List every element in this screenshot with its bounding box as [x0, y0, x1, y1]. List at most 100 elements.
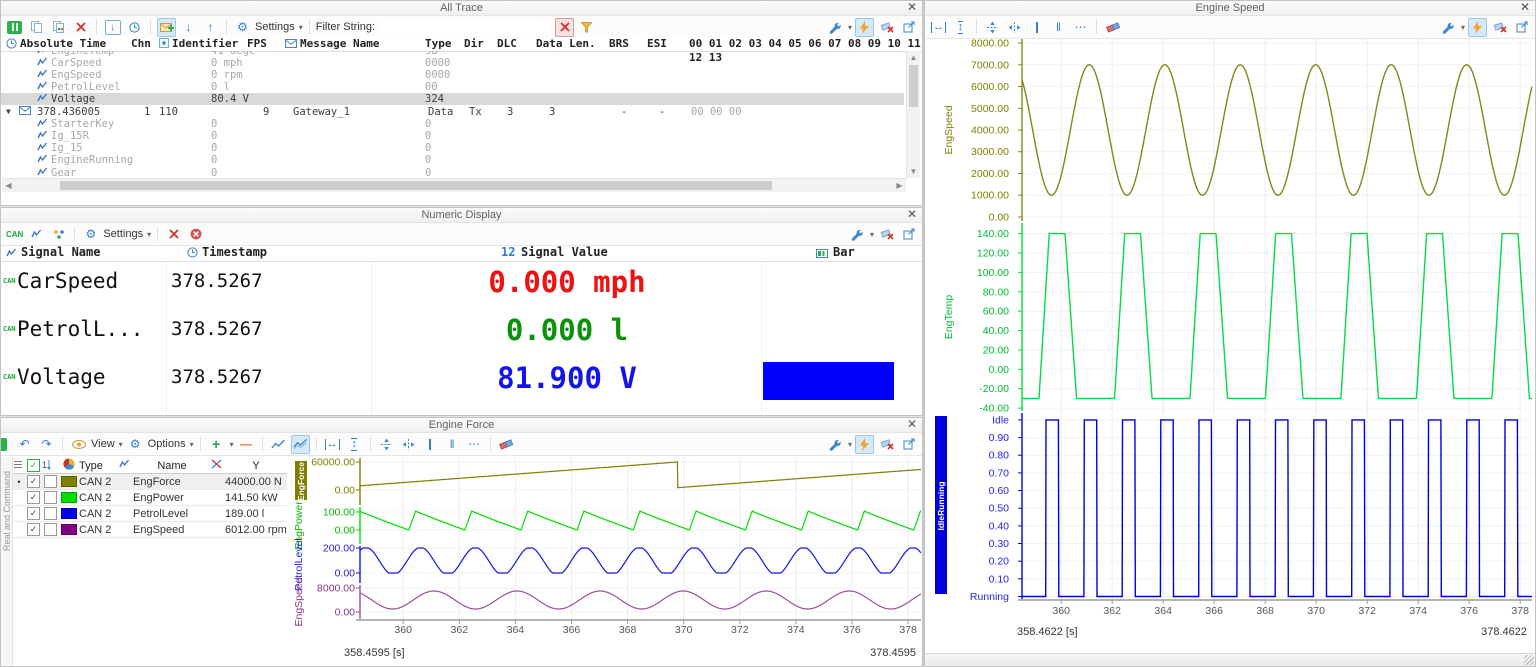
filter-input[interactable]: [378, 18, 552, 36]
group-icon[interactable]: [49, 225, 68, 244]
stop-icon[interactable]: [186, 225, 205, 244]
legend-row[interactable]: ✓CAN 2EngSpeed6012.00 rpm: [13, 522, 287, 538]
can-icon[interactable]: CAN: [5, 225, 24, 244]
close-icon[interactable]: ✕: [907, 1, 917, 14]
export-icon[interactable]: [899, 435, 918, 454]
trace-signal-row[interactable]: StarterKey00: [1, 118, 904, 130]
delete-icon[interactable]: [71, 18, 90, 37]
wrench-icon[interactable]: [825, 18, 844, 37]
trace-signal-row[interactable]: CarSpeed0 mph0000: [1, 57, 904, 69]
secondary-checkbox[interactable]: [44, 491, 57, 504]
color-wheel-icon[interactable]: [59, 458, 79, 473]
legend-row[interactable]: ✓CAN 2PetrolLevel189.00 l: [13, 506, 287, 522]
start-icon[interactable]: [1, 438, 7, 451]
scroll-down-icon[interactable]: ▼: [907, 165, 920, 178]
filter-icon[interactable]: [577, 18, 596, 37]
trace-message-row[interactable]: ▼378.43600511109Gateway_1DataTx33--00 00…: [1, 106, 904, 118]
scroll-up-icon[interactable]: ▲: [907, 51, 920, 64]
scroll-left-icon[interactable]: ◀: [2, 179, 15, 192]
secondary-checkbox[interactable]: [44, 507, 57, 520]
engine-speed-chart[interactable]: 8000.007000.006000.005000.004000.003000.…: [925, 38, 1536, 638]
trace-signal-row[interactable]: PetrolLevel0 l00: [1, 81, 904, 93]
eraser-icon[interactable]: [1103, 18, 1122, 37]
bolt-icon[interactable]: [855, 18, 874, 37]
numeric-table-header[interactable]: Signal Name Timestamp 12 Signal Value Ba…: [1, 244, 922, 262]
measure-y-icon[interactable]: ↕: [345, 435, 364, 454]
settings-button[interactable]: Settings: [255, 21, 295, 33]
scroll-lock-icon[interactable]: ↓: [103, 18, 122, 37]
settings-button[interactable]: Settings: [103, 228, 143, 240]
filter-clear-icon[interactable]: [555, 18, 574, 37]
trace-vertical-scrollbar[interactable]: ▲ ▼: [906, 51, 920, 178]
sort-icon[interactable]: 1: [42, 459, 59, 473]
cursor-double-icon[interactable]: ‖: [443, 435, 462, 454]
more-icon[interactable]: ⋯: [465, 435, 484, 454]
multi-chart-icon[interactable]: [291, 435, 310, 454]
series-color-swatch[interactable]: [61, 492, 77, 503]
fit-horizontal-icon[interactable]: [1005, 18, 1024, 37]
undo-icon[interactable]: ↶: [15, 435, 34, 454]
clock-icon[interactable]: [125, 18, 144, 37]
visible-checkbox[interactable]: ✓: [27, 507, 40, 520]
wrench-icon[interactable]: [825, 435, 844, 454]
wrench-icon[interactable]: [1438, 18, 1457, 37]
eraser-icon[interactable]: [497, 435, 516, 454]
up-icon[interactable]: ↑: [201, 18, 220, 37]
cursor-single-icon[interactable]: [421, 435, 440, 454]
series-color-swatch[interactable]: [61, 508, 77, 519]
cursor-double-icon[interactable]: ‖: [1049, 18, 1068, 37]
more-icon[interactable]: ⋯: [1071, 18, 1090, 37]
measure-y-icon[interactable]: ↕: [951, 18, 970, 37]
redo-icon[interactable]: ↷: [37, 435, 56, 454]
numeric-row[interactable]: CANCarSpeed378.52670.000 mph: [1, 261, 922, 309]
pause-icon[interactable]: [5, 18, 24, 37]
legend-row[interactable]: •✓CAN 2EngForce44000.00 N: [13, 474, 287, 490]
message-new-icon[interactable]: [157, 18, 176, 37]
visible-checkbox[interactable]: ✓: [27, 491, 40, 504]
wrench-icon[interactable]: [847, 225, 866, 244]
close-icon[interactable]: ✕: [1520, 1, 1530, 14]
down-icon[interactable]: ↓: [179, 18, 198, 37]
view-button[interactable]: View: [91, 438, 115, 450]
delete-icon[interactable]: [164, 225, 183, 244]
trace-signal-row[interactable]: Voltage80.4 V324: [1, 93, 904, 105]
check-all-checkbox[interactable]: ✓: [27, 459, 40, 472]
trace-signal-row[interactable]: EngineRunning00: [1, 154, 904, 166]
trace-horizontal-scrollbar[interactable]: ◀ ▶: [2, 178, 906, 192]
signal-edit-icon[interactable]: [27, 225, 46, 244]
trace-signal-row[interactable]: Ig_15R00: [1, 130, 904, 142]
cursor-single-icon[interactable]: [1027, 18, 1046, 37]
visible-checkbox[interactable]: ✓: [27, 523, 40, 536]
export-icon[interactable]: [1512, 18, 1531, 37]
fit-vertical-icon[interactable]: [983, 18, 1002, 37]
bolt-icon[interactable]: [855, 435, 874, 454]
bolt-icon[interactable]: [1468, 18, 1487, 37]
hamburger-icon[interactable]: [13, 460, 25, 472]
scroll-right-icon[interactable]: ▶: [893, 179, 906, 192]
secondary-checkbox[interactable]: [44, 523, 57, 536]
minus-icon[interactable]: —: [237, 435, 256, 454]
trace-signal-row[interactable]: EngSpeed0 rpm0000: [1, 69, 904, 81]
fit-vertical-icon[interactable]: [377, 435, 396, 454]
trace-signal-row[interactable]: Ig_1500: [1, 142, 904, 154]
secondary-checkbox[interactable]: [44, 475, 57, 488]
measure-x-icon[interactable]: ↔: [323, 435, 342, 454]
trace-table-header[interactable]: Absolute TimeChnIdentifierFPSMessage Nam…: [1, 37, 922, 52]
clear-icon[interactable]: [877, 435, 896, 454]
numeric-row[interactable]: CANVoltage378.526781.900 V: [1, 357, 922, 405]
copy-icon[interactable]: [27, 18, 46, 37]
plus-icon[interactable]: +: [207, 435, 226, 454]
legend-row[interactable]: ✓CAN 2EngPower141.50 kW: [13, 490, 287, 506]
fit-horizontal-icon[interactable]: [399, 435, 418, 454]
clear-icon[interactable]: [877, 18, 896, 37]
engine-force-chart[interactable]: 60000.000.00EngForce100.000.00EngPower20…: [287, 457, 923, 667]
close-icon[interactable]: ✕: [907, 418, 917, 431]
resize-grip[interactable]: [1524, 655, 1534, 665]
trace-signal-row[interactable]: Gear00: [1, 167, 904, 179]
numeric-row[interactable]: CANPetrolL...378.52670.000 l: [1, 309, 922, 357]
clear-icon[interactable]: [1490, 18, 1509, 37]
docked-tab[interactable]: Real and Command: [1, 457, 13, 666]
series-color-swatch[interactable]: [61, 476, 77, 487]
clear-icon[interactable]: [877, 225, 896, 244]
single-chart-icon[interactable]: [269, 435, 288, 454]
